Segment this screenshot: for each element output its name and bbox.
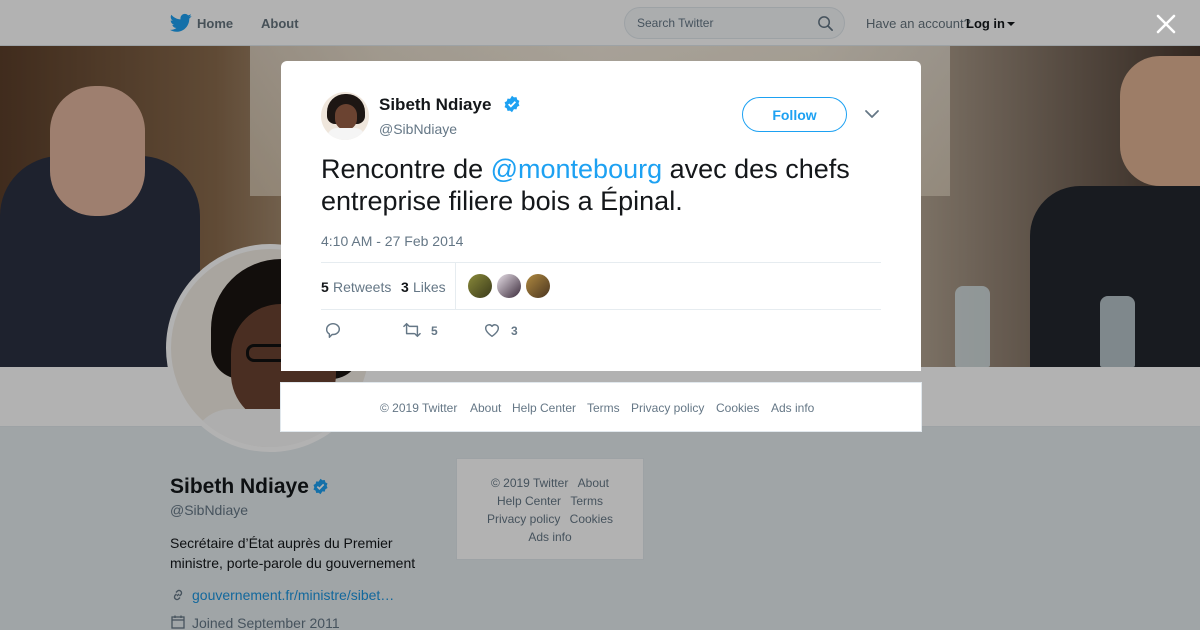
tweet-modal: Sibeth Ndiaye @SibNdiaye Follow Rencontr… xyxy=(281,61,921,371)
tweet-author-handle[interactable]: @SibNdiaye xyxy=(379,121,457,137)
verified-badge-icon xyxy=(504,95,520,113)
modal-footer-ads-link[interactable]: Ads info xyxy=(771,401,814,415)
modal-footer-privacy-link[interactable]: Privacy policy xyxy=(631,401,704,415)
close-icon[interactable] xyxy=(1154,12,1178,36)
modal-footer-cookies-link[interactable]: Cookies xyxy=(716,401,759,415)
retweet-icon[interactable] xyxy=(402,321,422,339)
avatar-shirt xyxy=(327,128,365,140)
reply-icon[interactable] xyxy=(324,321,342,339)
tweet-mention-link[interactable]: @montebourg xyxy=(491,154,663,184)
liker-avatar[interactable] xyxy=(497,274,521,298)
tweet-stats: 5 Retweets 3 Likes xyxy=(321,262,881,310)
tweet-actions: 5 3 xyxy=(321,321,621,343)
modal-footer-copyright: © 2019 Twitter xyxy=(380,401,458,415)
modal-footer-about-link[interactable]: About xyxy=(470,401,501,415)
like-heart-icon[interactable] xyxy=(483,321,501,339)
modal-footer: © 2019 Twitter About Help Center Terms P… xyxy=(280,382,922,432)
likes-label[interactable]: Likes xyxy=(413,279,446,295)
tweet-author-avatar[interactable] xyxy=(321,92,369,140)
liker-avatar[interactable] xyxy=(468,274,492,298)
tweet-timestamp[interactable]: 4:10 AM - 27 Feb 2014 xyxy=(321,233,463,249)
like-action-count: 3 xyxy=(511,324,518,338)
stats-divider xyxy=(455,263,456,309)
follow-button[interactable]: Follow xyxy=(742,97,847,132)
chevron-down-icon[interactable] xyxy=(864,108,880,120)
modal-footer-help-link[interactable]: Help Center xyxy=(512,401,576,415)
retweets-label[interactable]: Retweets xyxy=(333,279,391,295)
tweet-text: Rencontre de @montebourg avec des chefs … xyxy=(321,153,881,217)
tweet-text-part: Rencontre de xyxy=(321,154,491,184)
likes-count[interactable]: 3 xyxy=(401,279,409,295)
tweet-author-name[interactable]: Sibeth Ndiaye xyxy=(379,95,491,115)
liker-avatar[interactable] xyxy=(526,274,550,298)
modal-footer-terms-link[interactable]: Terms xyxy=(587,401,620,415)
avatar-face xyxy=(335,104,357,130)
retweets-count[interactable]: 5 xyxy=(321,279,329,295)
retweet-action-count: 5 xyxy=(431,324,438,338)
